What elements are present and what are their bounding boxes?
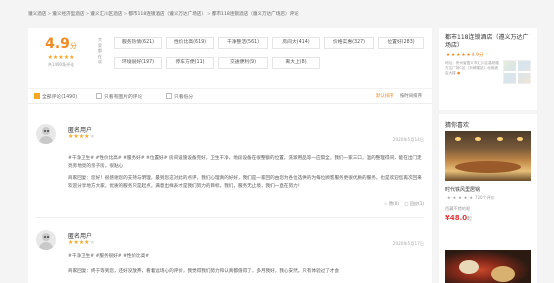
divider [36, 217, 424, 218]
review-date: 2020年5月17日 [392, 241, 424, 246]
sort-by-time[interactable]: 按时间排序 [400, 93, 422, 99]
filter-all-label: 全部评论(1490) [42, 95, 78, 100]
breadcrumb-item: 都市118连锁酒店（遵义万达广场店）评论 [211, 12, 299, 17]
like-label: 赞(0) [388, 201, 400, 206]
tag-item[interactable]: 位置好(283) [378, 37, 424, 49]
review-actions: ☆ 赞(0) □ 回应(1) [384, 201, 424, 207]
review-count: 共1490条评论 [47, 62, 75, 67]
star-icons: ★★★★★ [445, 195, 473, 201]
price-value: ¥48.0 [445, 214, 468, 222]
address-label: 地址： [445, 61, 456, 65]
breadcrumb-separator: > [47, 12, 52, 17]
recommend-review-count: 720个评价 [474, 195, 495, 200]
reply-label: 回应(1) [409, 201, 424, 206]
star-icon: ★ [466, 53, 471, 58]
like-button[interactable]: ☆ 赞(0) [384, 201, 399, 206]
restaurant-photo[interactable] [445, 131, 531, 181]
review-item: 匿名用户 ★★★★★ 2020年5月14日 #干净卫生# #性价比高# #服务好… [28, 122, 432, 216]
breadcrumb-item[interactable]: 遵义汇川区酒店 [90, 12, 122, 17]
star-icon: ★ [451, 53, 456, 58]
tags-side-label: 大家都在说 [97, 37, 103, 65]
tag-item[interactable]: 性价比高(619) [166, 37, 214, 49]
star-icon: ★ [461, 53, 466, 58]
hotel-rating-text: 4.9分 [471, 53, 484, 58]
merchant-reply: 商家回复：终于等到您，还好没放弃，看着远场心的评价，我觉得我们努力和认真都值得了… [68, 269, 340, 274]
avatar [36, 230, 56, 250]
filter-with-images-label: 只看有图片的评论 [104, 95, 143, 100]
tag-item[interactable]: 干净整洁(561) [218, 37, 268, 49]
breadcrumb-separator: > [123, 12, 128, 17]
tag-item[interactable]: 停车方便(11) [166, 57, 214, 69]
tag-item[interactable]: 交通便利(9) [218, 57, 268, 69]
star-empty-icon: ★ [89, 133, 95, 140]
avatar [36, 124, 56, 144]
review-stars: ★★★★★ [68, 133, 95, 140]
review-text: #干净卫生# #服务很好# #性价比高# [68, 254, 150, 259]
score-summary: 4.9分 ★★★★★ 共1490条评论 [36, 36, 86, 68]
food-photo[interactable] [445, 250, 531, 283]
tag-item[interactable]: 服务热情(621) [114, 37, 162, 49]
checkbox-checked-icon[interactable] [34, 93, 40, 99]
hotel-name[interactable]: 都市118连锁酒店（遵义万达广场店） [445, 34, 529, 49]
filter-all[interactable]: 全部评论(1490) [34, 93, 77, 100]
recommend-card: 猜你喜欢 时代铁风里居锅 ★ ★ ★ ★ ★ 720个评价 西藏不错的呢 ¥48.0起 [439, 114, 537, 283]
recommend-subtitle: 西藏不错的呢 [445, 206, 471, 211]
recommend-rating: ★ ★ ★ ★ ★ 720个评价 [445, 195, 495, 201]
sort-default[interactable]: 默认排序 [376, 93, 394, 99]
breadcrumb-separator: > [207, 12, 211, 17]
hotel-rating: ★★★★★4.9分 [445, 52, 484, 58]
overall-stars: ★★★★★ [36, 54, 86, 61]
star-icon: ★ [458, 195, 462, 200]
thumb-up-icon: ☆ [383, 201, 388, 206]
recommend-price: ¥48.0起 [445, 214, 472, 222]
filter-low-score[interactable]: 只看低分 [166, 93, 193, 100]
breadcrumb-item[interactable]: 遵义酒店 [28, 12, 46, 17]
reply-button[interactable]: □ 回应(1) [404, 201, 424, 206]
breadcrumb-item[interactable]: 都市118连锁酒店（遵义万达广场店） [128, 12, 206, 17]
tag-item[interactable]: 环境很好(197) [114, 57, 162, 69]
star-icon: ★ [469, 195, 473, 200]
review-text: #干净卫生# #性价比高# #服务好# #位置好# 房间设施设备完好，卫生干净，… [68, 156, 422, 169]
star-icon: ★ [447, 195, 451, 200]
review-stars: ★★★★★ [68, 239, 95, 246]
hotel-card: 都市118连锁酒店（遵义万达广场店） ★★★★★4.9分 地址：贵州省遵义市汇川… [439, 28, 537, 110]
review-date: 2020年5月14日 [392, 137, 424, 142]
checkbox-icon[interactable] [166, 93, 172, 99]
tag-item[interactable]: 房间大(414) [272, 37, 320, 49]
breadcrumb: 遵义酒店>遵义经济型酒店>遵义汇川区酒店>都市118连锁酒店（遵义万达广场店）>… [28, 11, 299, 17]
filter-low-score-label: 只看低分 [174, 95, 194, 100]
merchant-reply: 商家回复：您好！很感谢您的支持与明理，最到您这对此的点评，我们心理真的好好，我们… [68, 176, 422, 189]
star-icon: ★ [456, 53, 461, 58]
star-icon: ★ [463, 195, 468, 200]
checkbox-icon[interactable] [96, 93, 102, 99]
star-icon: ★ [69, 54, 75, 61]
review-item: 匿名用户 ★★★★★ 2020年5月17日 #干净卫生# #服务很好# #性价比… [28, 228, 432, 283]
tag-item[interactable]: 价格实惠(327) [324, 37, 374, 49]
reviews-panel: 4.9分 ★★★★★ 共1490条评论 大家都在说 服务热情(621) 性价比高… [28, 28, 432, 283]
tag-item[interactable]: 离大上(8) [272, 57, 320, 69]
recommend-item-name[interactable]: 时代铁风里居锅 [445, 186, 480, 193]
map-thumbnail[interactable] [503, 60, 532, 85]
star-icon: ★ [452, 195, 457, 200]
recommend-title: 猜你喜欢 [445, 122, 470, 129]
hotel-address: 地址：贵州省遵义市汇川区高桥路万达广场C区（天嵊幢站）北侧酒店大楼 ● [445, 61, 501, 76]
star-icon: ★ [446, 53, 451, 58]
price-unit: 起 [467, 217, 472, 222]
star-empty-icon: ★ [89, 239, 95, 246]
location-pin-icon[interactable]: ● [457, 71, 460, 75]
review-filter-bar: 全部评论(1490) 只看有图片的评论 只看低分 默认排序 按时间排序 [28, 88, 432, 104]
breadcrumb-item[interactable]: 遵义经济型酒店 [52, 12, 84, 17]
overall-score: 4.9分 [45, 36, 77, 52]
breadcrumb-separator: > [85, 12, 90, 17]
comment-icon: □ [404, 201, 409, 206]
filter-with-images[interactable]: 只看有图片的评论 [96, 93, 142, 100]
star-icons: ★★★★★ [445, 52, 471, 58]
